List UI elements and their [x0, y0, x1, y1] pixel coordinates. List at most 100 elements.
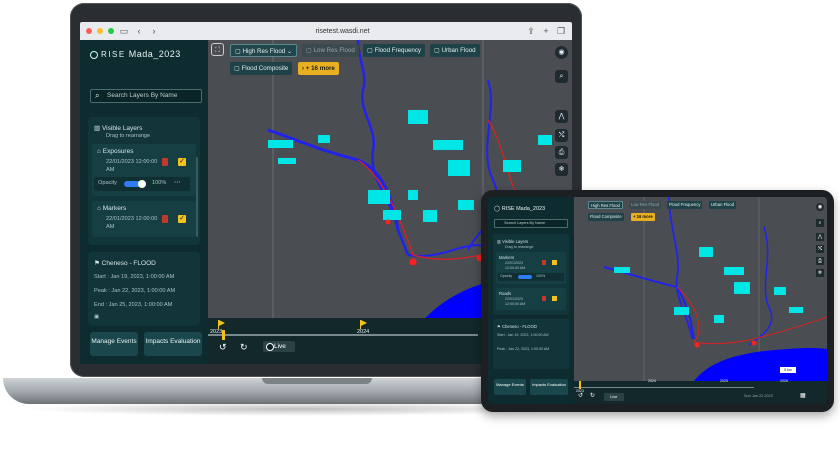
layer-chip-flood-composite[interactable]: ▢ Flood Composite	[230, 62, 293, 75]
user-avatar-icon[interactable]	[90, 50, 98, 59]
compass-icon[interactable]: ⋀	[555, 110, 568, 123]
delete-layer-icon[interactable]	[542, 260, 546, 265]
manage-events-button[interactable]: Manage Events	[90, 332, 138, 356]
opacity-control: Opacity 100% ⋯	[94, 177, 190, 191]
chip-label: High Res Flood	[242, 48, 286, 55]
layer-chip-high-res-flood[interactable]: ▢ High Res Flood ⌄	[230, 44, 298, 57]
chip-label: Flood Frequency	[374, 47, 422, 54]
tablet-manage-events-button[interactable]: Manage Events	[494, 379, 526, 395]
close-window-button[interactable]	[86, 28, 92, 34]
tablet-layer-item[interactable]: Roads 22/01/2023 12:00:00 AM	[496, 288, 566, 310]
layer-search-input[interactable]: ⌕ Search Layers By Name	[90, 89, 202, 103]
chip-label: Urban Flood	[711, 202, 735, 207]
forward-time-icon[interactable]: ↻	[590, 392, 595, 399]
delete-layer-icon[interactable]	[162, 215, 168, 223]
event-flag-icon[interactable]	[361, 320, 367, 326]
more-layers-button[interactable]: + 16 more	[631, 213, 655, 221]
road	[676, 286, 827, 345]
calendar-icon[interactable]: ▦	[800, 392, 806, 399]
timeline-track[interactable]	[208, 334, 478, 336]
tablet-impacts-evaluation-button[interactable]: Impacts Evaluation	[530, 379, 568, 395]
impacts-evaluation-button[interactable]: Impacts Evaluation	[144, 332, 202, 356]
image-icon[interactable]: ▣	[94, 314, 99, 320]
sidebar-toggle-icon[interactable]: ▭	[119, 22, 129, 40]
timeline-cursor[interactable]	[579, 381, 581, 389]
snowflake-icon[interactable]: ❄	[816, 269, 824, 277]
history-icon[interactable]: ↺	[578, 392, 583, 399]
app-brand: RISE Mada_2023	[90, 49, 181, 59]
event-peak: Peak : Jan 22, 2023, 1:00:00 AM	[497, 347, 550, 351]
event-title: Cheneso - FLOOD	[501, 324, 537, 329]
account-icon[interactable]: ◉	[555, 46, 568, 59]
tablet-search-input[interactable]: Search Layers By Name	[494, 219, 568, 228]
maximize-window-button[interactable]	[108, 28, 114, 34]
forward-time-icon[interactable]: ↻	[240, 342, 248, 353]
layer-visible-checkbox[interactable]: ✓	[178, 158, 186, 166]
delete-layer-icon[interactable]	[162, 158, 168, 166]
timeline-year: 2024	[357, 329, 370, 335]
back-arrow-icon[interactable]: ‹	[134, 22, 144, 40]
opacity-slider[interactable]	[518, 275, 532, 279]
layer-chip-urban-flood[interactable]: ▢ Urban Flood	[430, 44, 480, 57]
flood-extent	[614, 247, 803, 323]
tablet-screen: ◯ RISE Mada_2023 Search Layers By Name ▥…	[488, 197, 827, 404]
tablet-layer-item[interactable]: Markers 22/01/2023 12:00:00 AM Opacity 1…	[496, 252, 566, 284]
layer-visible-checkbox[interactable]	[552, 260, 557, 265]
layer-item[interactable]: ⌂ Markers 22/01/2023 12:00:00 AM ✓	[92, 201, 196, 237]
layer-chip-low-res-flood[interactable]: ▢ Low Res Flood	[302, 44, 359, 57]
live-button[interactable]: Live	[604, 393, 624, 401]
app-title: Mada_2023	[128, 49, 181, 59]
search-map-icon[interactable]: ⌕	[555, 70, 568, 83]
search-placeholder: Search Layers By Name	[107, 92, 178, 99]
fullscreen-icon[interactable]: ⛶	[211, 43, 224, 56]
account-icon[interactable]: ◉	[816, 203, 824, 211]
map-icon: ▥	[94, 125, 101, 132]
layer-visible-checkbox[interactable]: ✓	[178, 215, 186, 223]
layer-chip-flood-composite[interactable]: Flood Composite	[588, 213, 624, 221]
minimize-window-button[interactable]	[97, 28, 103, 34]
tabs-overview-icon[interactable]: ❐	[556, 22, 566, 40]
opacity-slider[interactable]	[124, 180, 146, 188]
opacity-control: Opacity 100%	[498, 273, 564, 281]
delete-layer-icon[interactable]	[542, 296, 546, 301]
more-layers-button[interactable]: › + 16 more	[298, 62, 339, 75]
live-button[interactable]: Live	[263, 341, 295, 352]
browser-toolbar: ▭ ‹ › risetest.wasdi.net ⇪ + ❐	[80, 22, 572, 40]
more-options-icon[interactable]: ⋯	[174, 178, 181, 186]
route-icon[interactable]: ⤭	[555, 129, 568, 142]
event-panel: ⚑ Cheneso - FLOOD Start : Jan 19, 2023, …	[88, 252, 200, 326]
layer-date: 22/01/2023 12:00:00 AM	[505, 261, 526, 270]
event-flag-icon[interactable]	[219, 320, 225, 326]
tablet-event-panel: ⚑ Cheneso - FLOOD Start : Jan 19, 2023, …	[493, 319, 569, 369]
layer-item[interactable]: ⌂ Exposures 22/01/2023 12:00:00 AM ✓ Opa…	[92, 144, 196, 196]
layer-visible-checkbox[interactable]	[552, 296, 557, 301]
print-icon[interactable]: ⎙	[816, 257, 824, 265]
product-mockup: ▭ ‹ › risetest.wasdi.net ⇪ + ❐ RISE Mada…	[0, 0, 840, 451]
map-scale-bar: 5 km	[780, 367, 796, 373]
print-icon[interactable]: ⎙	[555, 146, 568, 159]
compass-icon[interactable]: ⋀	[816, 233, 824, 241]
layer-icon: ⌂	[97, 205, 101, 212]
forward-arrow-icon[interactable]: ›	[149, 22, 159, 40]
layer-name: Exposures	[102, 148, 134, 155]
search-map-icon[interactable]: ⌕	[816, 219, 824, 227]
history-icon[interactable]: ↺	[219, 342, 227, 353]
timeline-cursor[interactable]	[222, 330, 225, 340]
share-icon[interactable]: ⇪	[526, 22, 536, 40]
new-tab-icon[interactable]: +	[541, 22, 551, 40]
route-icon[interactable]: ⤭	[816, 245, 824, 253]
snowflake-icon[interactable]: ❄	[555, 163, 568, 176]
tablet-map-canvas	[603, 197, 827, 381]
panel-scrollbar[interactable]	[196, 157, 198, 237]
layer-chip-low-res-flood[interactable]: Low Res Flood	[629, 201, 661, 209]
layer-chip-high-res-flood[interactable]: High Res Flood	[588, 201, 623, 209]
tablet-sidebar: ◯ RISE Mada_2023 Search Layers By Name ▥…	[488, 197, 574, 404]
layer-chip-urban-flood[interactable]: Urban Flood	[709, 201, 737, 209]
layer-chip-flood-frequency[interactable]: ▢ Flood Frequency	[363, 44, 426, 57]
layer-chip-flood-frequency[interactable]: Flood Frequency	[667, 201, 703, 209]
sidebar: RISE Mada_2023 ⌕ Search Layers By Name ▥…	[80, 40, 208, 364]
address-bar[interactable]: risetest.wasdi.net	[164, 28, 521, 35]
tablet-flood-map[interactable]: High Res Flood Low Res Flood Flood Frequ…	[574, 197, 827, 381]
timeline-track[interactable]	[574, 387, 754, 388]
layer-name: Markers	[102, 205, 127, 212]
